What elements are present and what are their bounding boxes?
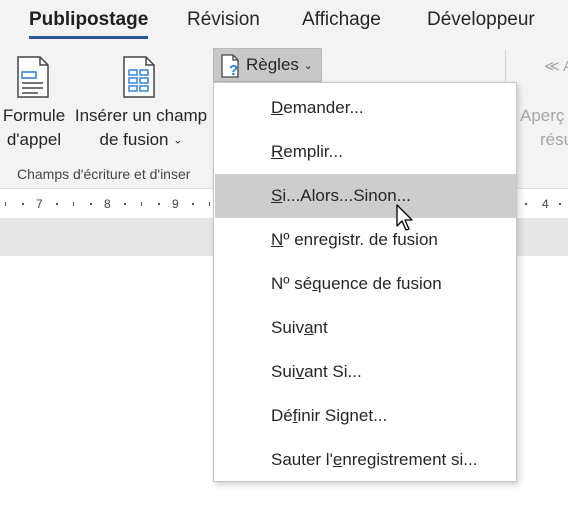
preview-results-icon: ≪ AB	[544, 58, 568, 75]
tab-revision[interactable]: Révision	[187, 9, 260, 31]
svg-text:4: 4	[542, 197, 549, 211]
tab-publipostage[interactable]: Publipostage	[29, 9, 148, 31]
formule-label-line1: Formule	[2, 106, 66, 125]
apercu-label-line2: résul	[540, 130, 568, 149]
group-label-champs: Champs d'écriture et d'inser	[17, 166, 191, 182]
greeting-line-icon	[17, 56, 49, 98]
inserer-label-line1: Insérer un champ	[74, 106, 208, 125]
regles-dropdown-menu: Demander... Remplir... Si...Alors...Sino…	[213, 82, 517, 482]
svg-text:?: ?	[229, 62, 238, 78]
menu-item-demander[interactable]: Demander...	[215, 86, 516, 130]
svg-text:7: 7	[36, 197, 43, 211]
regles-button[interactable]: ? Règles ⌄	[213, 48, 322, 82]
rules-icon: ?	[221, 54, 239, 78]
menu-item-si-alors-sinon[interactable]: Si...Alors...Sinon...	[215, 174, 516, 218]
tab-developpeur[interactable]: Développeur	[427, 9, 535, 31]
inserer-label-line2: de fusion	[99, 130, 169, 149]
formule-appel-button[interactable]: Formule d'appel	[0, 50, 68, 154]
tab-affichage[interactable]: Affichage	[302, 9, 381, 31]
inserer-champ-fusion-button[interactable]: Insérer un champ de fusion ⌄	[70, 50, 212, 154]
formule-label-line2: d'appel	[6, 130, 62, 149]
menu-item-suivant-si[interactable]: Suivant Si...	[215, 350, 516, 394]
regles-label: Règles ⌄	[246, 55, 313, 74]
insert-merge-field-icon	[123, 56, 155, 98]
menu-item-suivant[interactable]: Suivant	[215, 306, 516, 350]
apercu-resultats-button[interactable]: ≪ AB Aperç résul	[520, 50, 568, 154]
chevron-down-icon: ⌄	[303, 60, 313, 73]
svg-text:8: 8	[104, 197, 111, 211]
apercu-label-line1: Aperç	[520, 106, 565, 125]
menu-item-sauter-enregistrement-si[interactable]: Sauter l'enregistrement si...	[215, 438, 516, 482]
word-window: Publipostage Révision Affichage Développ…	[0, 0, 568, 512]
menu-item-definir-signet[interactable]: Définir Signet...	[215, 394, 516, 438]
active-tab-indicator	[29, 36, 148, 39]
svg-text:9: 9	[172, 197, 179, 211]
chevron-down-icon: ⌄	[173, 134, 183, 147]
menu-item-no-enregistr-fusion[interactable]: Nº enregistr. de fusion	[215, 218, 516, 262]
menu-item-remplir[interactable]: Remplir...	[215, 130, 516, 174]
mouse-pointer-icon	[396, 204, 413, 231]
menu-item-no-sequence-fusion[interactable]: Nº séquence de fusion	[215, 262, 516, 306]
